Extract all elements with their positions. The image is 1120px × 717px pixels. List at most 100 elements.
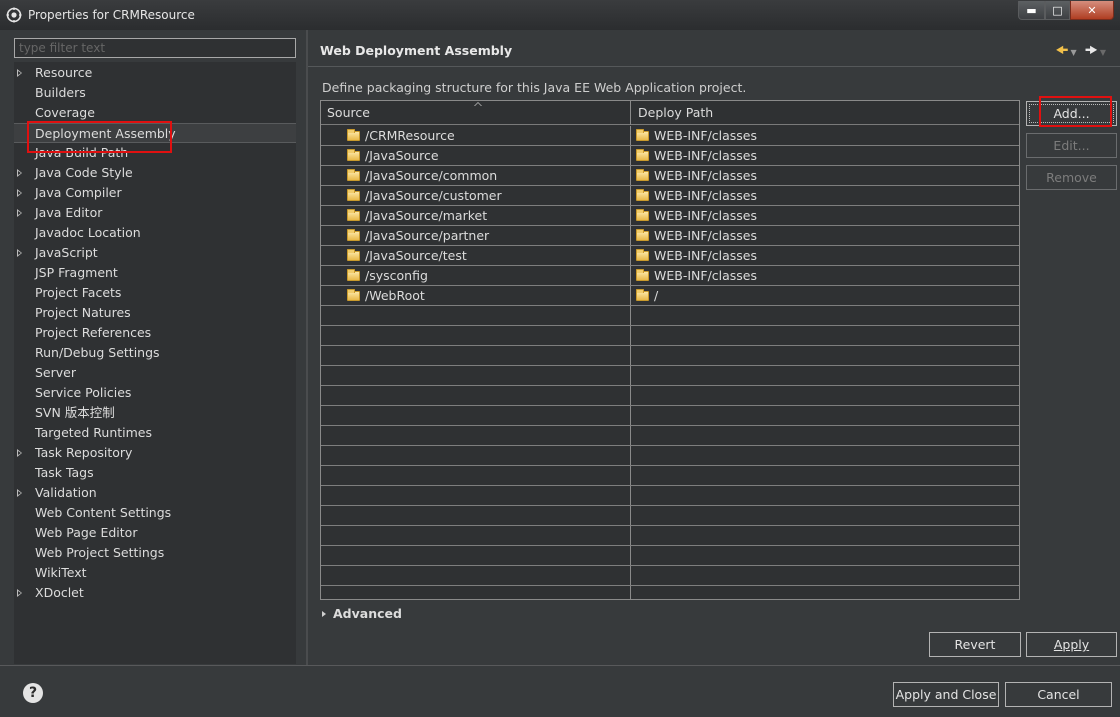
revert-button[interactable]: Revert	[929, 632, 1021, 657]
tree-item[interactable]: JavaScript	[14, 243, 296, 263]
tree-item[interactable]: Coverage	[14, 103, 296, 123]
source-text: /sysconfig	[365, 268, 428, 283]
table-row[interactable]: /JavaSource WEB-INF/classes	[321, 146, 1019, 166]
source-cell: /JavaSource/market	[321, 206, 631, 225]
table-row[interactable]	[321, 426, 1019, 446]
table-row[interactable]: /JavaSource/test WEB-INF/classes	[321, 246, 1019, 266]
remove-button[interactable]: Remove	[1026, 165, 1117, 190]
tree-item[interactable]: Web Content Settings	[14, 503, 296, 523]
table-row[interactable]	[321, 586, 1019, 599]
column-header-deploy-path[interactable]: Deploy Path	[632, 101, 1019, 125]
tree-item[interactable]: Run/Debug Settings	[14, 343, 296, 363]
cancel-button[interactable]: Cancel	[1005, 682, 1112, 707]
tree-item[interactable]: Server	[14, 363, 296, 383]
footer-separator	[0, 665, 1120, 666]
tree-item[interactable]: Project Facets	[14, 283, 296, 303]
folder-icon	[636, 129, 649, 141]
expand-arrow-icon[interactable]	[17, 449, 22, 457]
table-row[interactable]: /sysconfig WEB-INF/classes	[321, 266, 1019, 286]
tree-item[interactable]: Project Natures	[14, 303, 296, 323]
back-arrow-icon[interactable]: 🠜	[1055, 40, 1068, 65]
table-row[interactable]	[321, 346, 1019, 366]
tree-item[interactable]: XDoclet	[14, 583, 296, 603]
tree-item[interactable]: Task Tags	[14, 463, 296, 483]
table-row[interactable]	[321, 486, 1019, 506]
column-header-source[interactable]: Source	[321, 101, 631, 125]
tree-item[interactable]: Resource	[14, 63, 296, 83]
table-row[interactable]	[321, 506, 1019, 526]
tree-item-label: Web Project Settings	[35, 545, 165, 560]
apply-and-close-button[interactable]: Apply and Close	[893, 682, 999, 707]
expand-arrow-icon[interactable]	[17, 209, 22, 217]
table-row[interactable]	[321, 326, 1019, 346]
expand-arrow-icon[interactable]	[17, 169, 22, 177]
table-row[interactable]	[321, 566, 1019, 586]
deploy-path-cell	[632, 386, 1019, 405]
expand-arrow-icon[interactable]	[17, 589, 22, 597]
folder-icon	[347, 209, 360, 221]
table-row[interactable]: /WebRoot /	[321, 286, 1019, 306]
deploy-path-text: WEB-INF/classes	[654, 248, 758, 263]
filter-input[interactable]: type filter text	[14, 38, 296, 58]
table-row[interactable]	[321, 446, 1019, 466]
highlight-add-button	[1039, 96, 1112, 127]
tree-item[interactable]: SVN 版本控制	[14, 403, 296, 423]
tree-item[interactable]: Project References	[14, 323, 296, 343]
tree-item[interactable]: Java Compiler	[14, 183, 296, 203]
table-row[interactable]	[321, 366, 1019, 386]
help-icon[interactable]: ?	[23, 683, 43, 703]
close-icon: ✕	[1087, 3, 1097, 17]
maximize-button[interactable]: □	[1045, 1, 1070, 20]
close-button[interactable]: ✕	[1070, 1, 1114, 20]
tree-item-label: Web Content Settings	[35, 505, 172, 520]
tree-item[interactable]: Web Project Settings	[14, 543, 296, 563]
panel-divider[interactable]	[306, 30, 308, 665]
expand-arrow-icon[interactable]	[17, 249, 22, 257]
expand-arrow-icon[interactable]	[17, 69, 22, 77]
deploy-path-cell: WEB-INF/classes	[632, 166, 1019, 185]
edit-button[interactable]: Edit...	[1026, 133, 1117, 158]
tree-item[interactable]: Builders	[14, 83, 296, 103]
table-row[interactable]: /JavaSource/common WEB-INF/classes	[321, 166, 1019, 186]
deploy-path-cell: WEB-INF/classes	[632, 226, 1019, 245]
tree-item[interactable]: JSP Fragment	[14, 263, 296, 283]
table-row[interactable]: /JavaSource/customer WEB-INF/classes	[321, 186, 1019, 206]
advanced-section-toggle[interactable]: Advanced	[322, 606, 402, 621]
deploy-path-cell	[632, 586, 1019, 599]
folder-icon	[347, 189, 360, 201]
tree-item[interactable]: Web Page Editor	[14, 523, 296, 543]
expand-arrow-icon[interactable]	[17, 489, 22, 497]
tree-item[interactable]: Java Code Style	[14, 163, 296, 183]
source-cell	[321, 346, 631, 365]
tree-item[interactable]: Java Editor	[14, 203, 296, 223]
deploy-path-text: WEB-INF/classes	[654, 228, 758, 243]
table-row[interactable]	[321, 406, 1019, 426]
deployment-table[interactable]: Source Deploy Path /CRMResource WEB-INF/c…	[320, 100, 1020, 600]
tree-item[interactable]: Validation	[14, 483, 296, 503]
tree-item[interactable]: Targeted Runtimes	[14, 423, 296, 443]
expand-arrow-icon[interactable]	[17, 189, 22, 197]
deploy-path-text: WEB-INF/classes	[654, 208, 758, 223]
table-row[interactable]	[321, 306, 1019, 326]
table-row[interactable]	[321, 386, 1019, 406]
tree-item-label: Web Page Editor	[35, 525, 138, 540]
table-row[interactable]: /JavaSource/partner WEB-INF/classes	[321, 226, 1019, 246]
apply-button[interactable]: Apply	[1026, 632, 1117, 657]
forward-history-dropdown[interactable]: ▼	[1100, 48, 1106, 57]
table-row[interactable]	[321, 526, 1019, 546]
table-row[interactable]: /JavaSource/market WEB-INF/classes	[321, 206, 1019, 226]
source-text: /CRMResource	[365, 128, 455, 143]
deploy-path-text: WEB-INF/classes	[654, 168, 758, 183]
eclipse-icon	[6, 7, 22, 23]
tree-item[interactable]: WikiText	[14, 563, 296, 583]
minimize-button[interactable]: ▬	[1018, 1, 1045, 20]
back-history-dropdown[interactable]: ▼	[1071, 48, 1077, 57]
forward-arrow-icon[interactable]: 🠞	[1085, 40, 1098, 65]
tree-item[interactable]: Javadoc Location	[14, 223, 296, 243]
table-row[interactable]	[321, 546, 1019, 566]
tree-item[interactable]: Task Repository	[14, 443, 296, 463]
table-row[interactable]	[321, 466, 1019, 486]
source-text: /JavaSource	[365, 148, 439, 163]
table-row[interactable]: /CRMResource WEB-INF/classes	[321, 126, 1019, 146]
tree-item[interactable]: Service Policies	[14, 383, 296, 403]
